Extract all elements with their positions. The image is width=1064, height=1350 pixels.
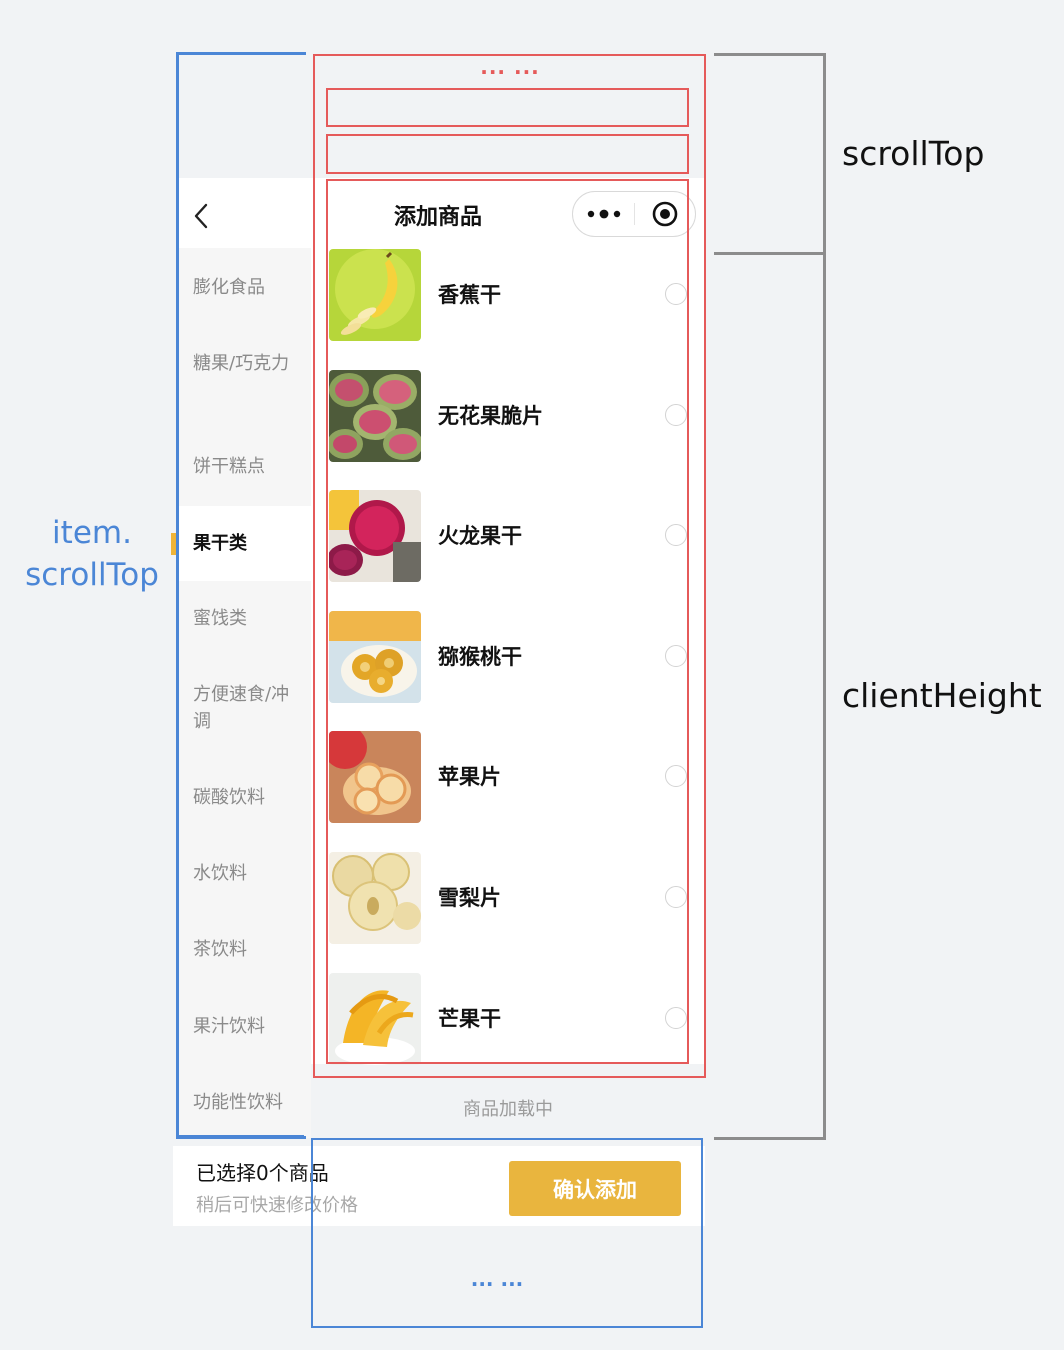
annotation-line xyxy=(176,52,306,55)
bracket-line xyxy=(714,1137,826,1140)
bracket-line xyxy=(714,53,826,56)
loading-text: 商品加载中 xyxy=(463,1099,553,1120)
visible-item-box xyxy=(326,179,689,1064)
item-scrolltop-label: item. scrollTop xyxy=(25,515,159,593)
bracket-line xyxy=(823,252,826,1140)
annotation-line xyxy=(176,1136,306,1139)
below-fold-annotation-box xyxy=(311,1138,703,1328)
selected-count: 已选择0个商品 xyxy=(196,1161,329,1185)
bracket-line xyxy=(823,53,826,255)
clientheight-label: clientHeight xyxy=(842,676,1042,715)
offscreen-item-box xyxy=(326,134,689,174)
bracket-line xyxy=(714,252,826,255)
ellipsis-marker: ··· ··· xyxy=(480,60,540,84)
offscreen-item-box xyxy=(326,88,689,127)
scrolltop-label: scrollTop xyxy=(842,134,985,173)
ellipsis-marker: ··· ··· xyxy=(470,1272,524,1296)
sidebar-scroll-annotation-box xyxy=(176,52,304,1138)
